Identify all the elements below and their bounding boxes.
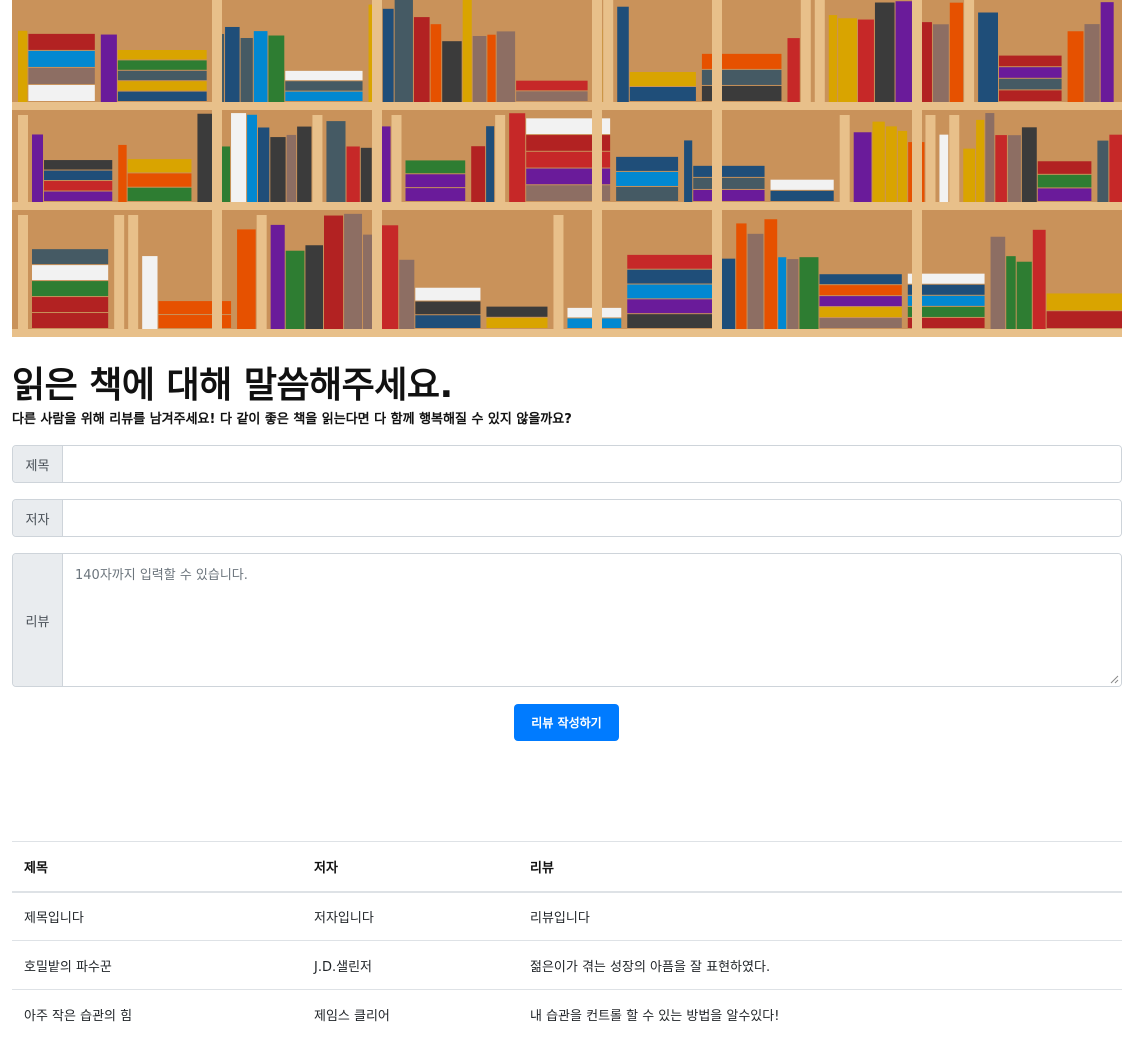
title-label: 제목 <box>13 446 63 482</box>
cell-title: 아주 작은 습관의 힘 <box>12 989 302 1038</box>
table-row: 호밀밭의 파수꾼 J.D.샐린저 젊은이가 겪는 성장의 아픔을 잘 표현하였다… <box>12 940 1122 990</box>
page-description: 다른 사람을 위해 리뷰를 남겨주세요! 다 같이 좋은 책을 읽는다면 다 함… <box>12 412 572 427</box>
review-textarea[interactable] <box>63 554 1121 686</box>
title-input[interactable] <box>63 446 1121 482</box>
author-label: 저자 <box>13 500 63 536</box>
review-label: 리뷰 <box>13 554 63 686</box>
table-header-row: 제목 저자 리뷰 <box>12 841 1122 893</box>
resize-handle-icon[interactable] <box>1110 675 1119 684</box>
cell-author: J.D.샐린저 <box>302 940 518 990</box>
title-input-group: 제목 <box>12 445 1122 483</box>
review-table: 제목 저자 리뷰 제목입니다 저자입니다 리뷰입니다 호밀밭의 파수꾼 J.D.… <box>12 841 1122 1038</box>
cell-review: 내 습관을 컨트롤 할 수 있는 방법을 알수있다! <box>518 989 1122 1038</box>
cell-title: 호밀밭의 파수꾼 <box>12 940 302 990</box>
column-header-title: 제목 <box>12 841 302 893</box>
cell-author: 저자입니다 <box>302 891 518 941</box>
page-title: 읽은 책에 대해 말씀해주세요. <box>12 365 453 406</box>
cell-review: 리뷰입니다 <box>518 891 1122 941</box>
review-input-group: 리뷰 <box>12 553 1122 687</box>
cell-review: 젊은이가 겪는 성장의 아픔을 잘 표현하였다. <box>518 940 1122 990</box>
author-input[interactable] <box>63 500 1121 536</box>
column-header-review: 리뷰 <box>518 841 1122 893</box>
cell-title: 제목입니다 <box>12 891 302 941</box>
bookshelf-hero-image <box>12 0 1122 337</box>
table-row: 아주 작은 습관의 힘 제임스 클리어 내 습관을 컨트롤 할 수 있는 방법을… <box>12 989 1122 1038</box>
author-input-group: 저자 <box>12 499 1122 537</box>
submit-review-button[interactable]: 리뷰 작성하기 <box>514 704 619 741</box>
column-header-author: 저자 <box>302 841 518 893</box>
cell-author: 제임스 클리어 <box>302 989 518 1038</box>
table-row: 제목입니다 저자입니다 리뷰입니다 <box>12 891 1122 941</box>
